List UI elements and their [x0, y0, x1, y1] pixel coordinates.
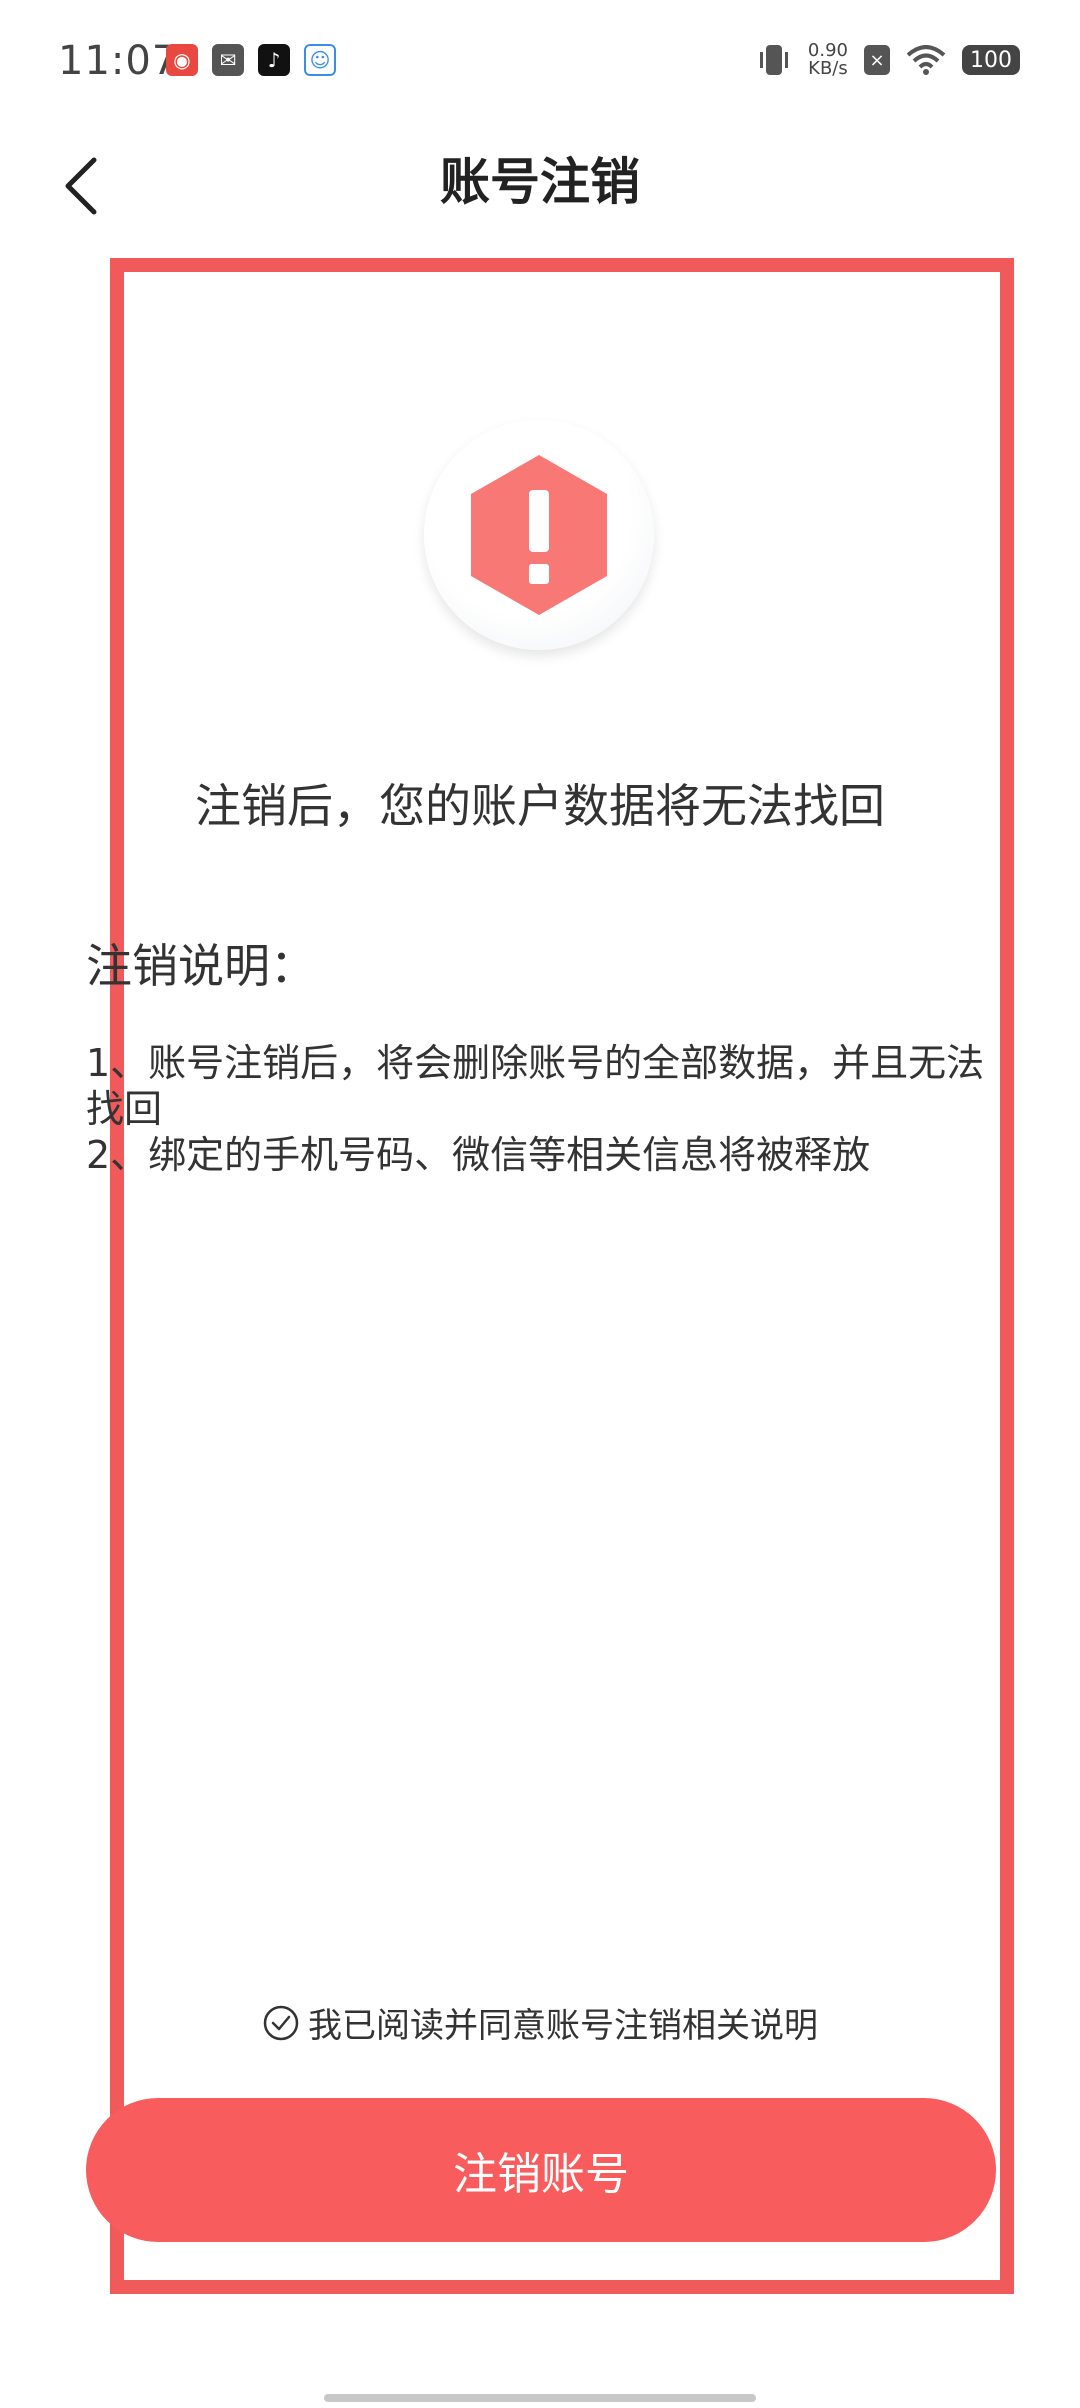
qq-icon: ☺ — [304, 44, 336, 76]
exclamation-hexagon-icon — [471, 455, 607, 615]
instructions-title: 注销说明： — [86, 939, 316, 993]
battery-icon: 100 — [962, 45, 1020, 75]
network-speed-unit: KB/s — [808, 58, 848, 79]
home-indicator[interactable] — [324, 2394, 756, 2402]
instruction-item: 1、账号注销后，将会删除账号的全部数据，并且无法找回 — [86, 1041, 985, 1131]
tiktok-icon: ♪ — [258, 44, 290, 76]
delete-account-button[interactable]: 注销账号 — [86, 2098, 996, 2242]
nav-header: 账号注销 — [0, 130, 1080, 240]
wifi-icon — [906, 45, 946, 75]
app-icon-1: ◉ — [166, 44, 198, 76]
mail-icon: ✉ — [212, 44, 244, 76]
network-speed: 0.90 KB/s — [808, 42, 848, 78]
page-title: 账号注销 — [440, 153, 640, 211]
vibrate-icon — [759, 45, 788, 75]
close-box-icon: × — [864, 45, 890, 75]
agreement-text: 我已阅读并同意账号注销相关说明 — [308, 2006, 818, 2046]
account-deletion-screen: 11:07 ◉ ✉ ♪ ☺ 0.90 KB/s × 100 账号注销 注销后，您… — [0, 0, 1080, 2408]
warning-headline: 注销后，您的账户数据将无法找回 — [195, 779, 885, 833]
instructions-list: 1、账号注销后，将会删除账号的全部数据，并且无法找回 2、绑定的手机号码、微信等… — [86, 1040, 1006, 1178]
agreement-row[interactable]: 我已阅读并同意账号注销相关说明 — [0, 1998, 1080, 2047]
status-time: 11:07 — [58, 38, 179, 84]
warning-badge — [424, 420, 654, 650]
instruction-item: 2、绑定的手机号码、微信等相关信息将被释放 — [86, 1133, 871, 1177]
battery-level: 100 — [970, 47, 1012, 73]
status-bar: 11:07 ◉ ✉ ♪ ☺ 0.90 KB/s × 100 — [0, 0, 1080, 130]
system-status-icons: 0.90 KB/s × 100 — [756, 42, 1020, 78]
notification-icons: ◉ ✉ ♪ ☺ — [166, 44, 336, 76]
check-circle-icon[interactable] — [262, 2004, 300, 2042]
